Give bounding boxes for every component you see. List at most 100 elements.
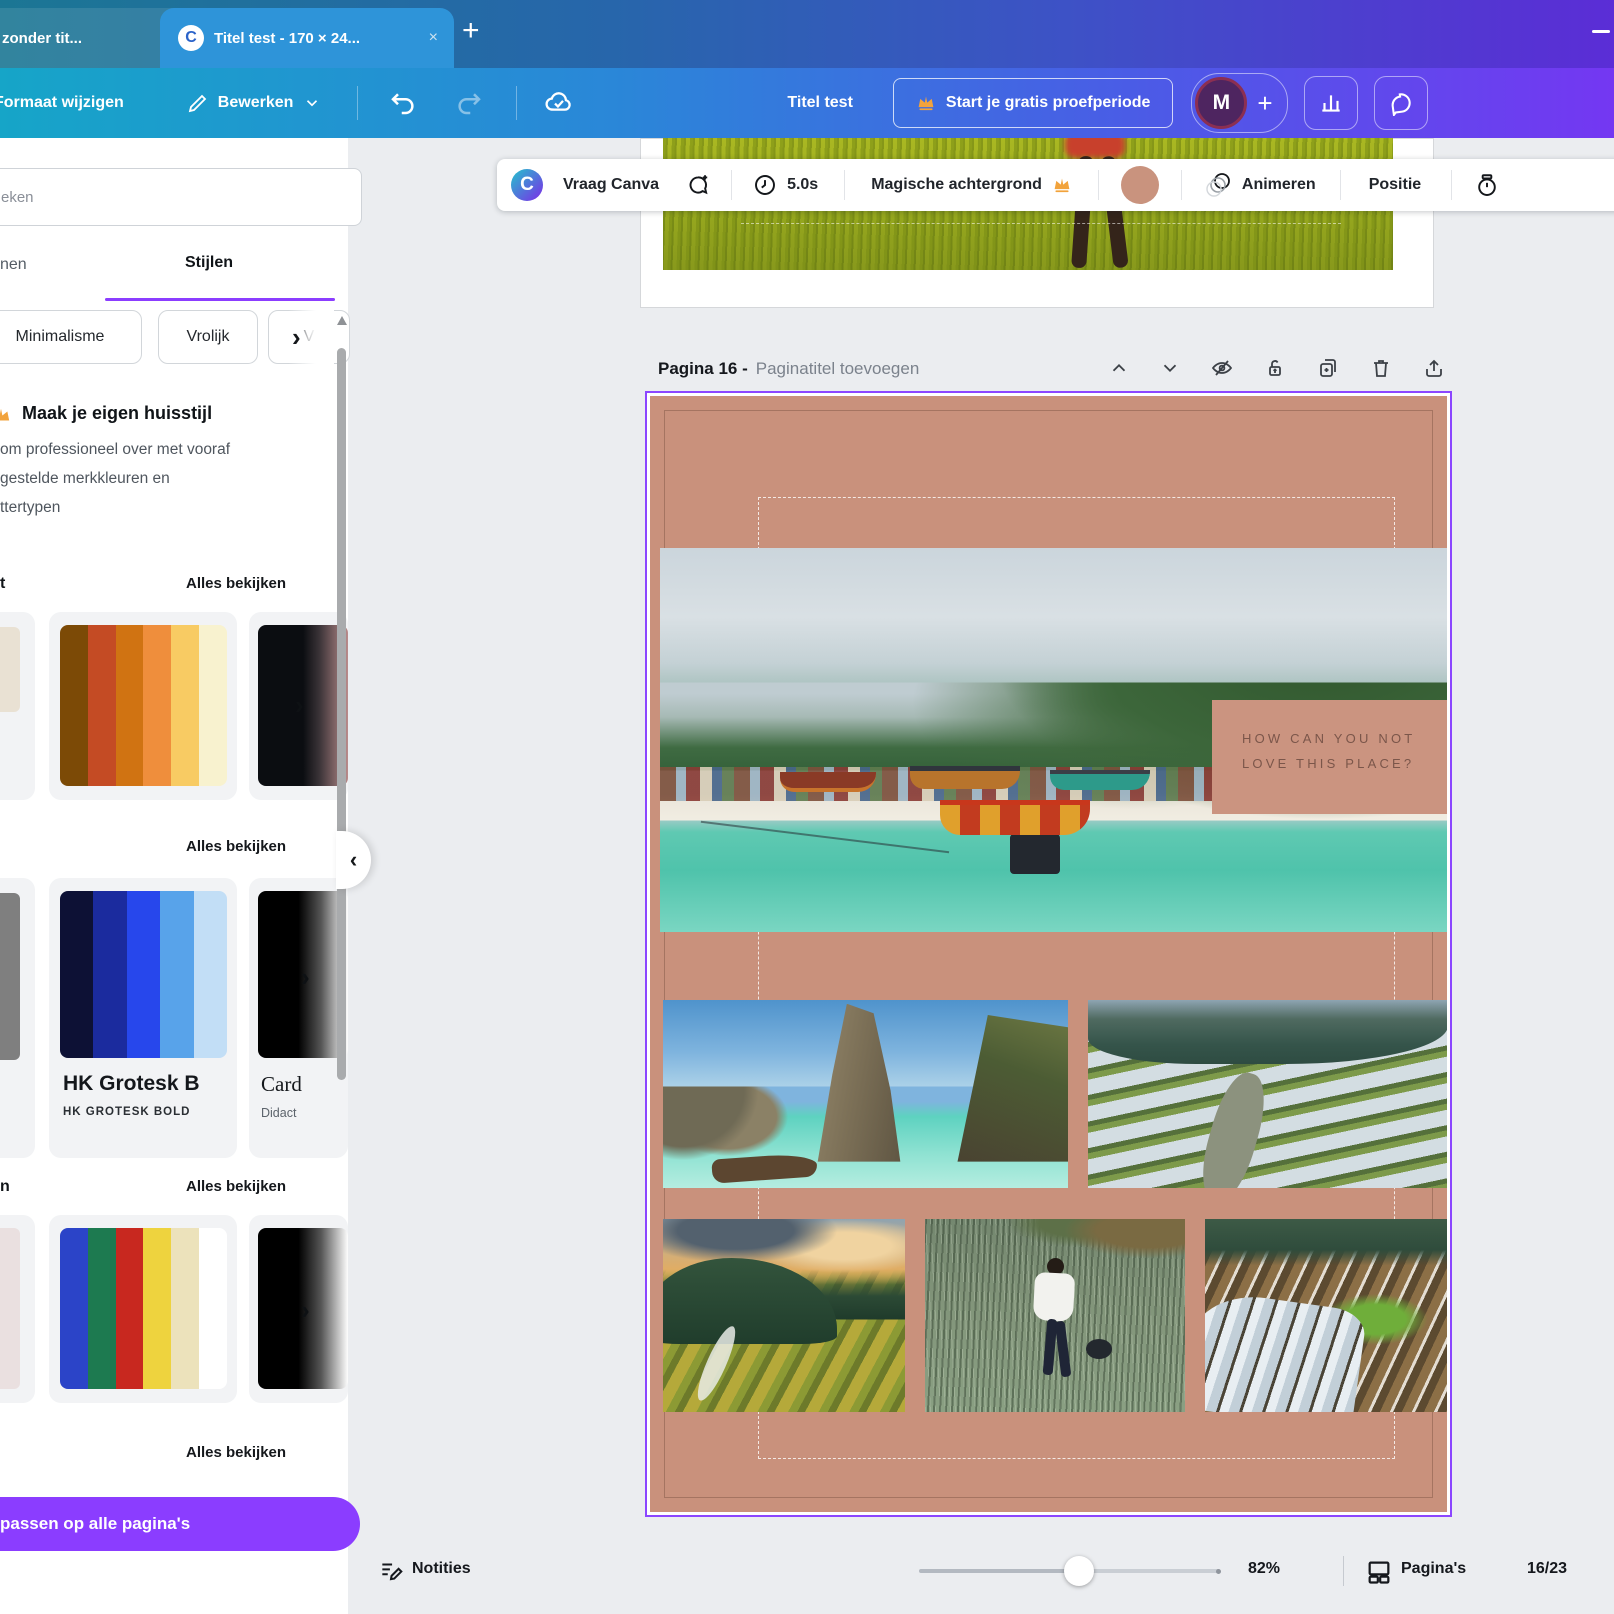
divider xyxy=(1181,170,1182,200)
magic-background-button[interactable]: Magische achtergrond xyxy=(871,176,1042,194)
page-number-label: Pagina 16 - xyxy=(658,359,748,379)
animate-button[interactable]: Animeren xyxy=(1242,176,1316,194)
apply-all-pages-button[interactable]: passen op alle pagina's xyxy=(0,1497,360,1551)
photo-person-walking-grass[interactable] xyxy=(925,1219,1185,1412)
browser-tab-2-active[interactable]: C Titel test - 170 × 24... × xyxy=(160,8,454,68)
resize-button[interactable]: Formaat wijzigen xyxy=(0,94,124,112)
chip-vrolijk[interactable]: Vrolijk xyxy=(158,310,258,364)
page16-background[interactable]: HOW CAN YOU NOT LOVE THIS PLACE? xyxy=(647,393,1450,1515)
canva-editor-screen: Pagina 16 - Paginatitel toevoegen xyxy=(0,0,1614,1614)
crown-icon xyxy=(916,94,936,112)
palette-card-partial-3[interactable] xyxy=(0,1215,35,1403)
delete-page-icon[interactable] xyxy=(1369,356,1393,380)
font-card-subtitle: HK GROTESK BOLD xyxy=(63,1106,190,1118)
decor-shape xyxy=(940,800,1090,835)
sidebar-scrollbar[interactable] xyxy=(337,348,346,1080)
search-input[interactable]: eken xyxy=(0,168,362,226)
pages-button[interactable]: Pagina's xyxy=(1401,1560,1466,1578)
palette-stripe xyxy=(199,625,227,786)
animate-icon[interactable] xyxy=(1204,170,1234,200)
insights-button[interactable] xyxy=(1304,76,1358,130)
add-page-icon[interactable] xyxy=(1422,356,1446,380)
tab-stijlen[interactable]: Stijlen xyxy=(185,254,233,272)
font-card-hk-grotesk[interactable]: HK Grotesk B HK GROTESK BOLD xyxy=(49,878,237,1158)
divider xyxy=(516,86,517,120)
see-all-link-2[interactable]: Alles bekijken xyxy=(186,838,286,855)
document-title[interactable]: Titel test xyxy=(787,94,853,112)
font-card-next[interactable]: › Card Didact xyxy=(249,878,348,1158)
see-all-link-1[interactable]: Alles bekijken xyxy=(186,575,286,592)
photo-terraced-hillside[interactable] xyxy=(1205,1219,1448,1412)
duration-clock-icon[interactable] xyxy=(752,172,778,198)
hide-page-icon[interactable] xyxy=(1210,356,1234,380)
undo-icon[interactable] xyxy=(388,88,418,118)
font-card-partial[interactable]: nC xyxy=(0,878,35,1158)
font-card-subtitle: Didact xyxy=(261,1106,296,1120)
notes-button[interactable]: Notities xyxy=(412,1560,471,1578)
font-card-title: Card xyxy=(261,1072,302,1097)
scrollbar-up-arrow[interactable] xyxy=(337,316,347,325)
move-page-down-icon[interactable] xyxy=(1159,357,1181,379)
chips-next-icon[interactable]: › xyxy=(292,324,301,350)
photo-sunset-valley[interactable] xyxy=(663,1219,905,1412)
chip-label: Vrolijk xyxy=(187,328,230,346)
redo-icon[interactable] xyxy=(454,88,484,118)
page16-actions xyxy=(1108,350,1446,386)
font-card-title: HK Grotesk B xyxy=(63,1072,200,1096)
tab-left-partial[interactable]: nen xyxy=(0,256,27,274)
palette-card-next[interactable]: › xyxy=(249,612,348,800)
palette-card-primary[interactable] xyxy=(49,1215,237,1403)
duplicate-page-icon[interactable] xyxy=(1316,356,1340,380)
palette-card-warm[interactable] xyxy=(49,612,237,800)
palette-stripe xyxy=(143,1228,171,1389)
active-tab-underline xyxy=(105,298,335,301)
trial-button[interactable]: Start je gratis proefperiode xyxy=(893,78,1174,128)
add-member-button[interactable]: + xyxy=(1257,88,1272,119)
quote-line-1: HOW CAN YOU NOT xyxy=(1242,726,1450,751)
page16-header: Pagina 16 - Paginatitel toevoegen xyxy=(658,352,919,386)
carousel-next-icon[interactable]: › xyxy=(301,964,310,990)
page-16-canvas[interactable]: HOW CAN YOU NOT LOVE THIS PLACE? xyxy=(645,391,1452,1517)
new-tab-button[interactable]: + xyxy=(462,14,480,48)
sidebar-collapse-handle[interactable]: ‹ xyxy=(336,831,371,889)
palette-stripe xyxy=(88,625,116,786)
position-button[interactable]: Positie xyxy=(1369,176,1421,194)
duration-value[interactable]: 5.0s xyxy=(787,176,818,194)
palette-card-partial-1[interactable]: CF RA xyxy=(0,612,35,800)
brandkit-line: gestelde merkkleuren en xyxy=(0,464,310,493)
see-all-link-3[interactable]: Alles bekijken xyxy=(186,1178,286,1195)
zoom-level-value[interactable]: 82% xyxy=(1248,1560,1280,1578)
decor-shape xyxy=(1086,1339,1112,1359)
carousel-next-icon[interactable]: › xyxy=(301,1297,310,1323)
move-page-up-icon[interactable] xyxy=(1108,357,1130,379)
page-title-placeholder[interactable]: Paginatitel toevoegen xyxy=(756,359,920,379)
photo-karst-lagoon[interactable] xyxy=(663,1000,1068,1188)
palette-stripe xyxy=(60,625,88,786)
see-all-link-4[interactable]: Alles bekijken xyxy=(186,1444,286,1461)
quote-text-box[interactable]: HOW CAN YOU NOT LOVE THIS PLACE? xyxy=(1212,700,1450,814)
pages-grid-icon xyxy=(1365,1558,1393,1586)
ask-canva-button[interactable]: Vraag Canva xyxy=(563,176,659,194)
palette-stripe xyxy=(60,891,93,1058)
section3-title-partial: n xyxy=(0,1178,10,1196)
decor-shape xyxy=(701,821,949,853)
avatar[interactable]: M xyxy=(1195,77,1247,129)
edit-menu-button[interactable]: Bewerken xyxy=(218,94,294,112)
decor-shape xyxy=(801,1004,923,1162)
comments-button[interactable] xyxy=(1374,76,1428,130)
timer-icon[interactable] xyxy=(1474,172,1500,198)
chip-minimalisme[interactable]: Minimalisme xyxy=(0,310,142,364)
lock-page-icon[interactable] xyxy=(1263,356,1287,380)
palette-card-next-3[interactable]: › xyxy=(249,1215,348,1403)
carousel-next-icon[interactable]: › xyxy=(295,692,304,718)
zoom-slider-knob[interactable] xyxy=(1064,1556,1094,1586)
window-minimize-icon[interactable] xyxy=(1592,30,1610,33)
decor-shape xyxy=(780,772,876,792)
photo-rice-terraces-flooded[interactable] xyxy=(1088,1000,1448,1188)
decor-shape xyxy=(1088,1000,1448,1064)
canva-favicon: C xyxy=(178,25,204,51)
background-color-swatch[interactable] xyxy=(1121,166,1159,204)
tab-close-icon[interactable]: × xyxy=(429,29,438,47)
comment-add-icon[interactable] xyxy=(685,172,711,198)
decor-shape xyxy=(1033,1272,1075,1322)
